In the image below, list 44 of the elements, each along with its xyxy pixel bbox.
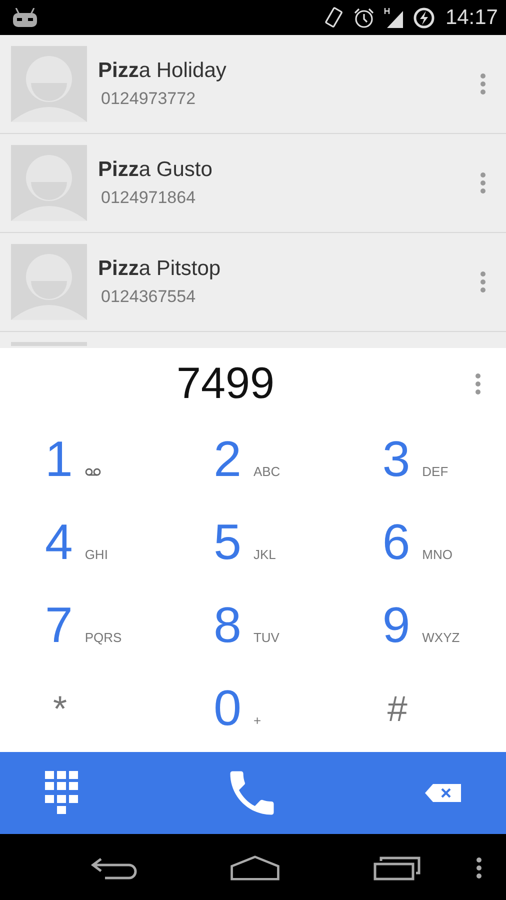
- vibrate-icon: [323, 6, 346, 28]
- avatar-icon: [11, 46, 87, 122]
- dialpad-key[interactable]: 4: [45, 513, 73, 571]
- key-letters: TUV: [253, 630, 280, 645]
- contact-name[interactable]: Pizza Pitstop: [98, 257, 221, 281]
- dialpad-key[interactable]: 7: [45, 596, 73, 654]
- dialpad-key[interactable]: 2: [214, 430, 242, 488]
- contact-name[interactable]: Pizza Holiday: [98, 59, 226, 83]
- dialpad-key[interactable]: 5: [214, 513, 242, 571]
- clock-time: 14:17: [445, 6, 498, 30]
- dialed-number: 7499: [176, 359, 274, 409]
- key-letters: DEF: [422, 464, 448, 479]
- dialpad-key[interactable]: 6: [382, 513, 410, 571]
- home-icon[interactable]: [228, 855, 282, 881]
- back-icon[interactable]: [88, 855, 138, 881]
- avatar-icon: [11, 244, 87, 320]
- dialpad-key[interactable]: 9: [382, 596, 410, 654]
- key-letters: JKL: [253, 547, 276, 562]
- avatar-icon: [11, 145, 87, 221]
- recent-apps-icon[interactable]: [373, 855, 423, 881]
- key-letters: ABC: [253, 464, 280, 479]
- dialpad-key[interactable]: 8: [214, 596, 242, 654]
- contact-number: 0124367554: [101, 287, 196, 307]
- dialpad-key[interactable]: *: [45, 689, 75, 729]
- voicemail-icon: [84, 468, 101, 476]
- battery-charging-icon: [413, 6, 436, 28]
- dialpad-icon[interactable]: [45, 771, 79, 815]
- dialpad-key[interactable]: 3: [382, 430, 410, 488]
- dialpad-key[interactable]: #: [382, 689, 412, 729]
- alarm-icon: [353, 6, 376, 28]
- dialpad-key[interactable]: 0: [214, 679, 242, 737]
- key-letters: GHI: [84, 547, 108, 562]
- key-letters: +: [253, 713, 262, 728]
- contact-name[interactable]: Pizza Gusto: [98, 158, 212, 182]
- dialpad-key[interactable]: 1: [45, 430, 73, 488]
- signal-icon: [383, 6, 406, 28]
- contact-number: 0124973772: [101, 89, 196, 109]
- contact-number: 0124971864: [101, 188, 196, 208]
- key-letters: MNO: [422, 547, 452, 562]
- backspace-icon[interactable]: [425, 784, 461, 802]
- key-letters: WXYZ: [422, 630, 460, 645]
- overflow-menu-icon[interactable]: [476, 857, 482, 879]
- robot-icon: [12, 8, 38, 28]
- key-letters: PQRS: [84, 630, 122, 645]
